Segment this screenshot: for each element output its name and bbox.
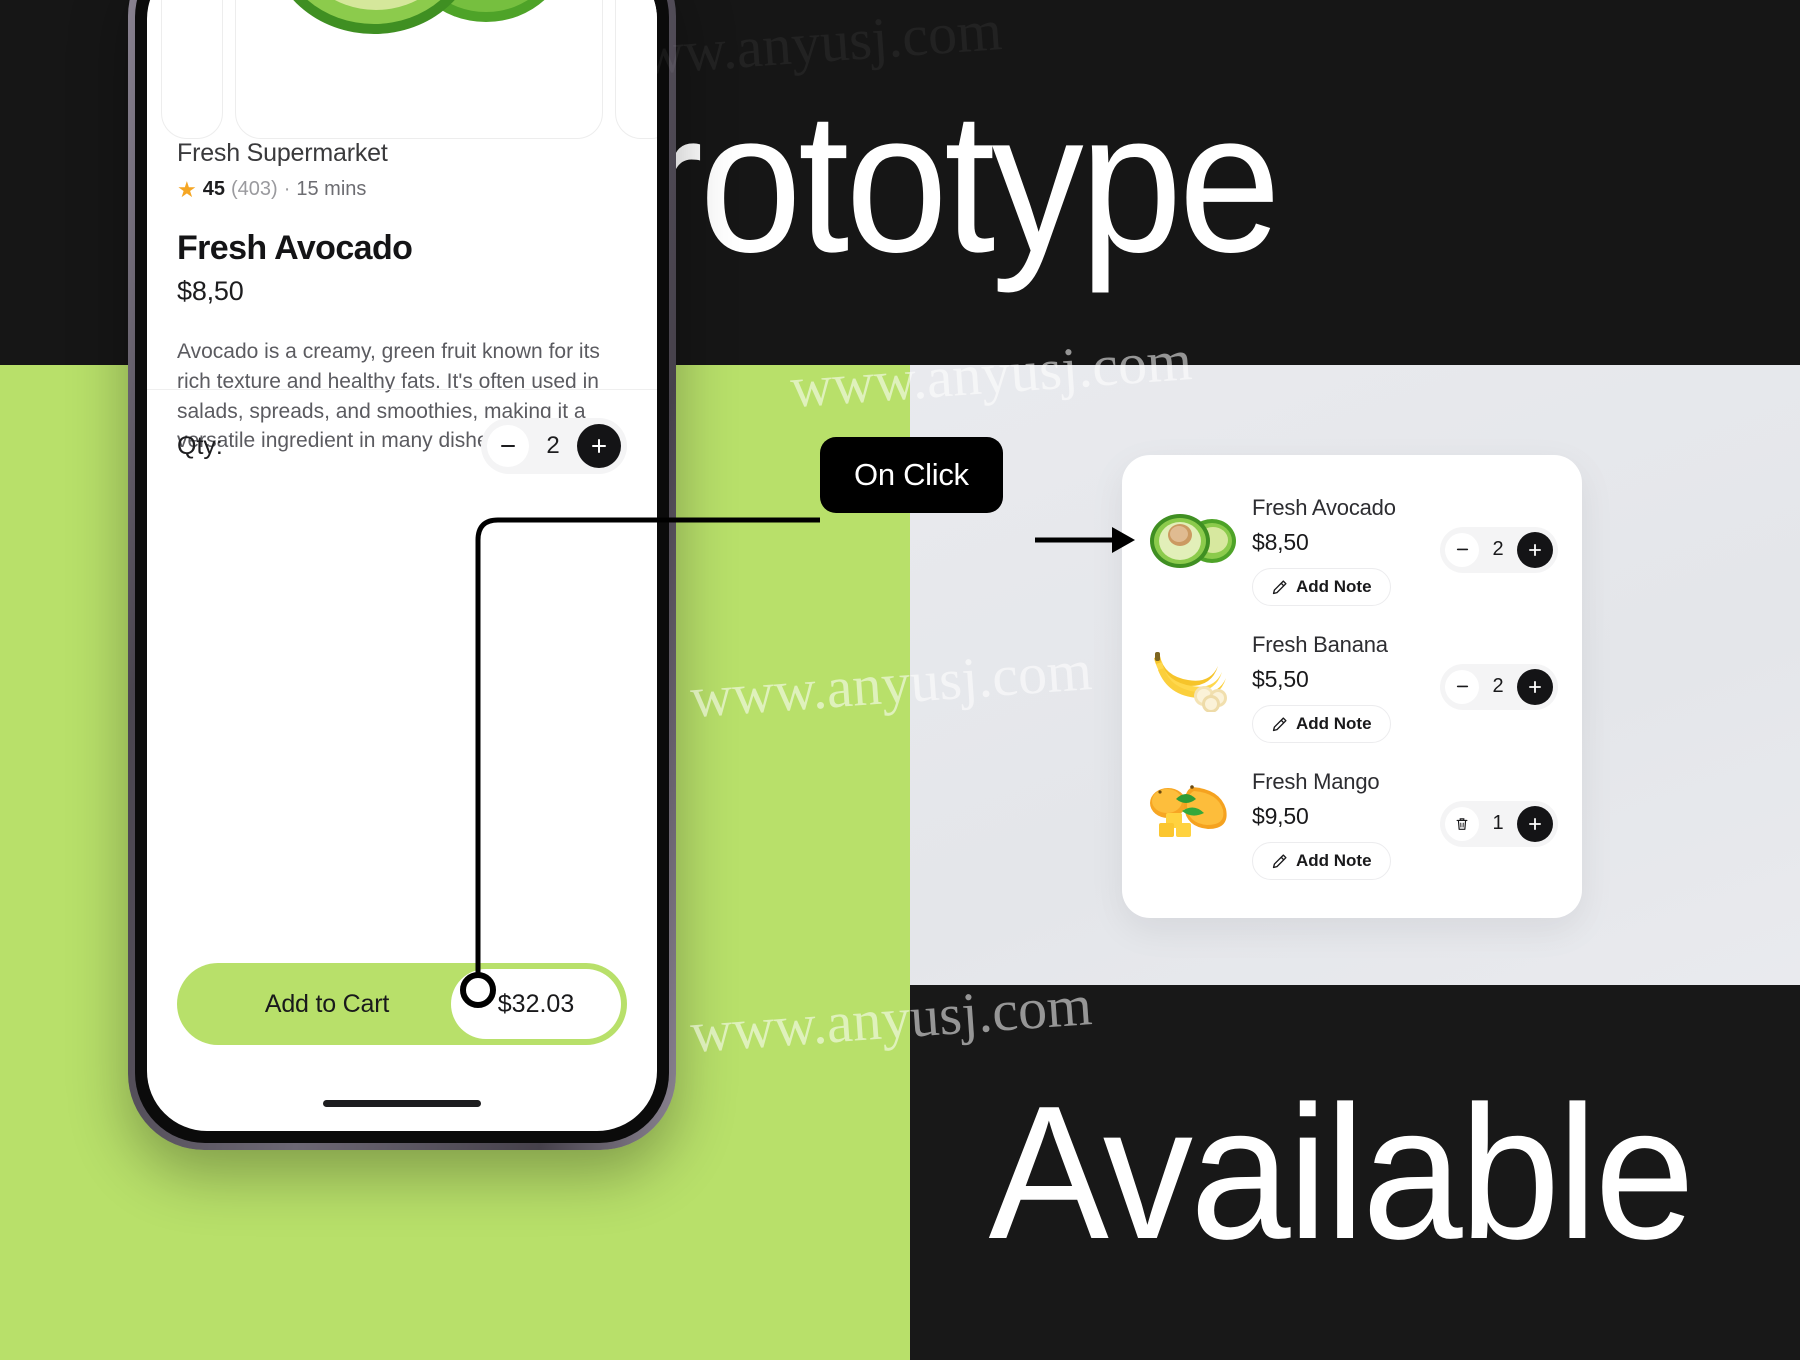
add-to-cart-button[interactable]: Add to Cart $32.03	[177, 963, 627, 1045]
plus-glyph	[1529, 680, 1541, 693]
add-note-button[interactable]: Add Note	[1252, 842, 1391, 880]
avocado-image	[1146, 493, 1238, 585]
cart-item-price: $5,50	[1252, 666, 1309, 692]
product-title: Fresh Avocado	[177, 229, 413, 267]
mini-stepper[interactable]: 2	[1440, 663, 1558, 710]
product-price: $8,50	[177, 276, 244, 306]
plus-icon[interactable]	[1517, 531, 1553, 568]
lower-banner: Available	[910, 985, 1800, 1360]
minus-icon[interactable]	[1445, 532, 1479, 567]
cart-item-name: Fresh Banana	[1252, 632, 1388, 657]
cart-item-row: Fresh Banana $5,50 Add Note 2	[1146, 618, 1558, 755]
minus-icon[interactable]	[1445, 669, 1479, 704]
cart-item-qty: 2	[1492, 538, 1504, 560]
gallery-card-active[interactable]	[235, 0, 603, 139]
mini-stepper[interactable]: 1	[1440, 800, 1558, 847]
mini-stepper[interactable]: 2	[1440, 526, 1558, 573]
plus-icon[interactable]	[577, 424, 621, 468]
minus-glyph	[1456, 548, 1468, 551]
cart-item-details: Fresh Banana $5,50 Add Note	[1252, 630, 1426, 743]
minus-glyph	[1456, 685, 1468, 688]
quantity-value: 2	[546, 432, 560, 459]
gallery-card-prev[interactable]	[161, 0, 223, 139]
cart-item-price: $9,50	[1252, 803, 1309, 829]
product-gallery[interactable]	[147, 0, 657, 139]
trash-icon[interactable]	[1445, 806, 1479, 841]
plus-icon[interactable]	[1517, 668, 1553, 705]
plus-glyph	[592, 439, 606, 453]
store-rating-row: ★ 45 (403) · 15 mins	[177, 178, 627, 201]
cart-item-details: Fresh Mango $9,50 Add Note	[1252, 767, 1426, 880]
store-name: Fresh Supermarket	[177, 139, 388, 167]
banana-thumb-glyph	[1154, 652, 1227, 712]
plus-glyph	[1529, 543, 1541, 556]
minus-glyph	[501, 445, 515, 447]
pencil-icon	[1272, 853, 1287, 868]
star-icon: ★	[177, 176, 197, 202]
quantity-stepper[interactable]: 2	[481, 418, 627, 474]
cart-item-name: Fresh Mango	[1252, 769, 1380, 794]
phone-bezel: Fresh Supermarket ★ 45 (403) · 15 mins F…	[135, 0, 669, 1143]
product-detail-screen: Fresh Supermarket ★ 45 (403) · 15 mins F…	[147, 0, 657, 1131]
cart-total-price: $32.03	[451, 969, 621, 1039]
avocado-thumb-glyph	[1150, 514, 1236, 568]
quantity-bar: Qty: 2	[147, 389, 657, 474]
home-indicator	[323, 1100, 481, 1107]
plus-icon[interactable]	[1517, 805, 1553, 842]
cart-item-details: Fresh Avocado $8,50 Add Note	[1252, 493, 1426, 606]
pencil-icon	[1272, 716, 1287, 731]
cart-item-qty: 2	[1492, 675, 1504, 697]
phone-mockup: Fresh Supermarket ★ 45 (403) · 15 mins F…	[128, 0, 676, 1150]
cart-card: Fresh Avocado $8,50 Add Note 2 Fresh Ban…	[1122, 455, 1582, 918]
gallery-card-next[interactable]	[615, 0, 657, 139]
quantity-label: Qty:	[177, 431, 223, 460]
rating-value: 45	[202, 178, 225, 200]
cart-item-price: $8,50	[1252, 529, 1309, 555]
add-note-button[interactable]: Add Note	[1252, 705, 1391, 743]
rating-count: (403)	[230, 178, 278, 200]
add-note-label: Add Note	[1296, 851, 1372, 870]
on-click-badge: On Click	[820, 437, 1003, 513]
add-note-label: Add Note	[1296, 714, 1372, 733]
add-note-label: Add Note	[1296, 577, 1372, 596]
trash-glyph	[1456, 817, 1468, 830]
cart-item-stepper[interactable]: 1	[1440, 800, 1558, 847]
avocado-image	[293, 0, 545, 34]
add-note-button[interactable]: Add Note	[1252, 568, 1391, 606]
rating-separator: ·	[283, 178, 291, 200]
phone-screen: Fresh Supermarket ★ 45 (403) · 15 mins F…	[147, 0, 657, 1131]
minus-icon[interactable]	[487, 425, 529, 467]
delivery-time: 15 mins	[296, 178, 367, 200]
mango-thumb-glyph	[1150, 785, 1227, 837]
cart-item-row: Fresh Mango $9,50 Add Note 1	[1146, 755, 1558, 892]
banana-image	[1146, 630, 1238, 722]
cart-item-stepper[interactable]: 2	[1440, 526, 1558, 573]
cart-item-name: Fresh Avocado	[1252, 495, 1396, 520]
screenshot-root: Prototype www.anyusj.com Available	[0, 0, 1800, 1360]
pencil-icon	[1272, 579, 1287, 594]
mango-image	[1146, 767, 1238, 859]
lower-banner-title: Available	[988, 1066, 1695, 1279]
cart-item-row: Fresh Avocado $8,50 Add Note 2	[1146, 481, 1558, 618]
cart-item-stepper[interactable]: 2	[1440, 663, 1558, 710]
cart-item-qty: 1	[1492, 812, 1504, 834]
plus-glyph	[1529, 817, 1541, 830]
